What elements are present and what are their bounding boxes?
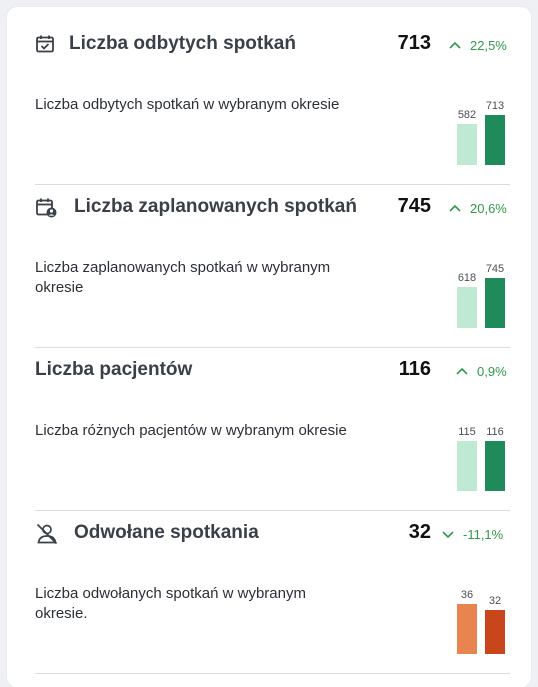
stat-title: Liczba odbytych spotkań	[69, 33, 296, 54]
stats-panel: Liczba odbytych spotkań 713 22,5% Liczba…	[7, 7, 531, 687]
stat-trend: 22,5%	[447, 37, 517, 55]
stat-card-scheduled-appointments: Liczba zaplanowanych spotkań 745 20,6% L…	[35, 194, 510, 348]
bar-current-label: 116	[486, 426, 504, 438]
stat-title: Liczba zaplanowanych spotkań	[74, 196, 357, 217]
stat-description: Liczba odbytych spotkań w wybranym okres…	[35, 96, 340, 113]
comparison-bar-chart: 36 32	[455, 572, 515, 654]
user-cancelled-icon	[35, 523, 58, 545]
chevron-up-icon	[454, 363, 470, 379]
stat-card-patients: Liczba pacjentów 116 0,9% Liczba różnych…	[35, 357, 510, 511]
trend-percent: -11,1%	[463, 527, 504, 542]
bar-current: 32	[485, 594, 505, 654]
stat-card-cancelled-appointments: Odwołane spotkania 32 -11,1% Liczba odwo…	[35, 520, 510, 674]
stat-trend: 20,6%	[447, 200, 517, 218]
stat-description: Liczba różnych pacjentów w wybranym okre…	[35, 422, 347, 439]
stat-value: 713	[397, 32, 431, 54]
bar-current-label: 713	[485, 100, 505, 112]
stat-card-header: Liczba pacjentów 116 0,9%	[35, 357, 510, 385]
bar-current-fill	[485, 115, 505, 165]
stat-value: 116	[398, 358, 431, 380]
bar-current-label: 32	[488, 595, 502, 607]
chevron-down-icon	[440, 526, 456, 542]
stat-trend: 0,9%	[454, 363, 524, 381]
bar-previous: 36	[457, 588, 477, 654]
bar-previous-fill	[457, 441, 477, 491]
bar-current-fill	[485, 610, 505, 654]
stat-title: Liczba pacjentów	[35, 359, 193, 380]
stat-card-header: Liczba zaplanowanych spotkań 745 20,6%	[35, 194, 510, 222]
comparison-bar-chart: 618 745	[455, 246, 515, 328]
bar-current-fill	[485, 441, 505, 491]
bar-previous-fill	[457, 287, 477, 328]
chevron-up-icon	[447, 37, 463, 53]
bar-previous-fill	[457, 124, 477, 165]
bar-previous: 618	[457, 271, 477, 328]
trend-percent: 20,6%	[470, 201, 507, 216]
trend-percent: 0,9%	[477, 364, 507, 379]
stat-description: Liczba odwołanych spotkań w wybranym okr…	[35, 585, 306, 622]
stat-card-completed-appointments: Liczba odbytych spotkań 713 22,5% Liczba…	[35, 31, 510, 185]
chevron-up-icon	[447, 200, 463, 216]
stat-card-header: Liczba odbytych spotkań 713 22,5%	[35, 31, 510, 59]
stat-card-header: Odwołane spotkania 32 -11,1%	[35, 520, 510, 548]
stat-description: Liczba zaplanowanych spotkań w wybranym …	[35, 259, 331, 296]
trend-percent: 22,5%	[470, 38, 507, 53]
stat-trend: -11,1%	[440, 526, 510, 544]
bar-current: 116	[485, 425, 505, 491]
calendar-user-icon	[35, 197, 57, 219]
stat-value: 32	[408, 521, 431, 543]
comparison-bar-chart: 582 713	[455, 83, 515, 165]
bar-current: 713	[485, 99, 505, 165]
comparison-bar-chart: 115 116	[455, 409, 515, 491]
bar-previous-fill	[457, 604, 477, 654]
bar-current: 745	[485, 262, 505, 328]
stat-title: Odwołane spotkania	[74, 522, 259, 543]
bar-previous: 582	[457, 108, 477, 165]
stat-value: 745	[397, 195, 431, 217]
bar-previous: 115	[457, 425, 477, 491]
bar-current-fill	[485, 278, 505, 328]
calendar-check-icon	[35, 34, 57, 56]
bar-current-label: 745	[485, 263, 505, 275]
